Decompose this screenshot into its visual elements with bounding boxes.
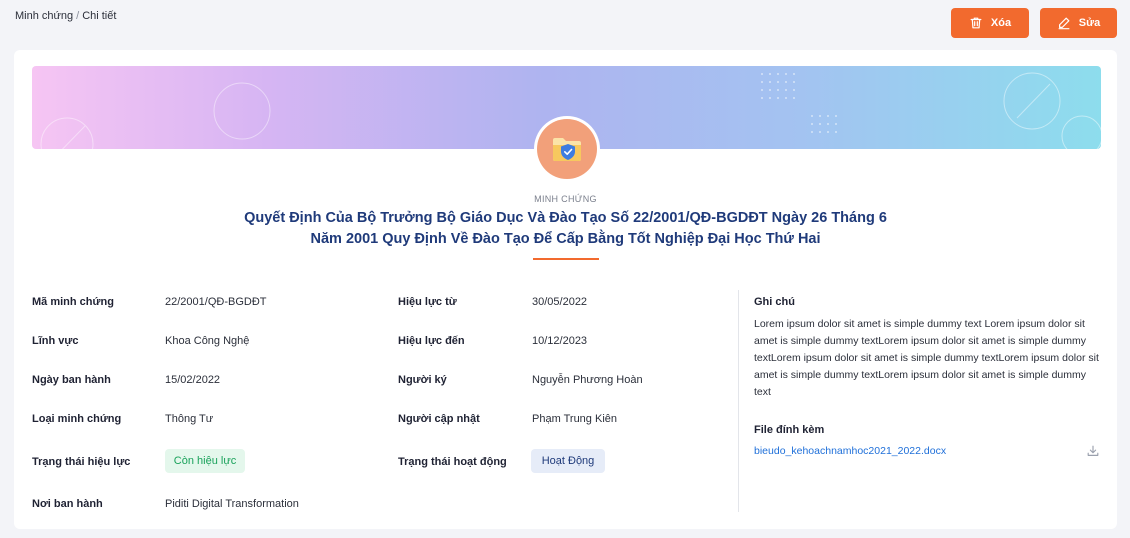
column-divider <box>738 290 739 512</box>
avatar-circle <box>537 119 597 179</box>
top-bar: Minh chứng / Chi tiết Xóa Sửa <box>0 0 1130 46</box>
validity-status-label: Trạng thái hiệu lực <box>32 456 131 468</box>
title-underline <box>533 258 599 260</box>
activity-status-badge: Hoạt Động <box>531 449 605 473</box>
pencil-icon <box>1058 17 1070 30</box>
delete-button[interactable]: Xóa <box>951 8 1029 38</box>
signer-label: Người ký <box>398 374 447 386</box>
section-overline: MINH CHỨNG <box>534 194 597 204</box>
activity-status-label: Trạng thái hoạt động <box>398 456 507 468</box>
field-value: Khoa Công Nghệ <box>165 335 250 347</box>
notes-body: Lorem ipsum dolor sit amet is simple dum… <box>754 318 1099 398</box>
trash-icon <box>970 17 982 29</box>
breadcrumb: Minh chứng / Chi tiết <box>15 10 116 22</box>
issuer-value: Piditi Digital Transformation <box>165 498 299 510</box>
field-label: Lĩnh vực <box>32 335 79 347</box>
download-icon[interactable] <box>1086 444 1100 458</box>
updater-value: Phạm Trung Kiên <box>532 413 617 425</box>
attachment-link[interactable]: bieudo_kehoachnamhoc2021_2022.docx <box>754 445 946 457</box>
issue-date-label: Ngày ban hành <box>32 374 111 386</box>
valid-from-label: Hiệu lực từ <box>398 296 457 308</box>
document-title: Quyết Định Của Bộ Trưởng Bộ Giáo Dục Và … <box>244 210 887 247</box>
type-label: Loại minh chứng <box>32 413 122 425</box>
valid-to-label: Hiệu lực đến <box>398 335 465 347</box>
breadcrumb-current: Chi tiết <box>82 10 117 22</box>
attachment-label: File đính kèm <box>754 424 825 436</box>
issue-date-value: 15/02/2022 <box>165 374 221 386</box>
breadcrumb-parent-link[interactable]: Minh chứng <box>15 10 73 22</box>
valid-from-value: 30/05/2022 <box>532 296 588 308</box>
signer-value: Nguyễn Phương Hoàn <box>532 374 643 386</box>
delete-button-label: Xóa <box>990 17 1012 29</box>
folder-shield-icon <box>553 138 581 161</box>
issuer-label: Nơi ban hành <box>32 498 103 510</box>
updater-label: Người cập nhật <box>398 413 480 425</box>
code-label: Mã minh chứng <box>32 296 114 308</box>
evidence-detail-card: MINH CHỨNG Quyết Định Của Bộ Trưởng Bộ G… <box>14 50 1117 529</box>
edit-button-label: Sửa <box>1078 17 1101 29</box>
edit-button[interactable]: Sửa <box>1040 8 1117 38</box>
code-value: 22/2001/QĐ-BGDĐT <box>165 296 267 308</box>
breadcrumb-separator: / <box>76 10 80 22</box>
evidence-avatar <box>534 116 600 182</box>
type-value: Thông Tư <box>165 413 214 425</box>
valid-to-value: 10/12/2023 <box>532 335 588 347</box>
notes-label: Ghi chú <box>754 296 795 308</box>
validity-status-badge: Còn hiệu lực <box>165 449 245 473</box>
